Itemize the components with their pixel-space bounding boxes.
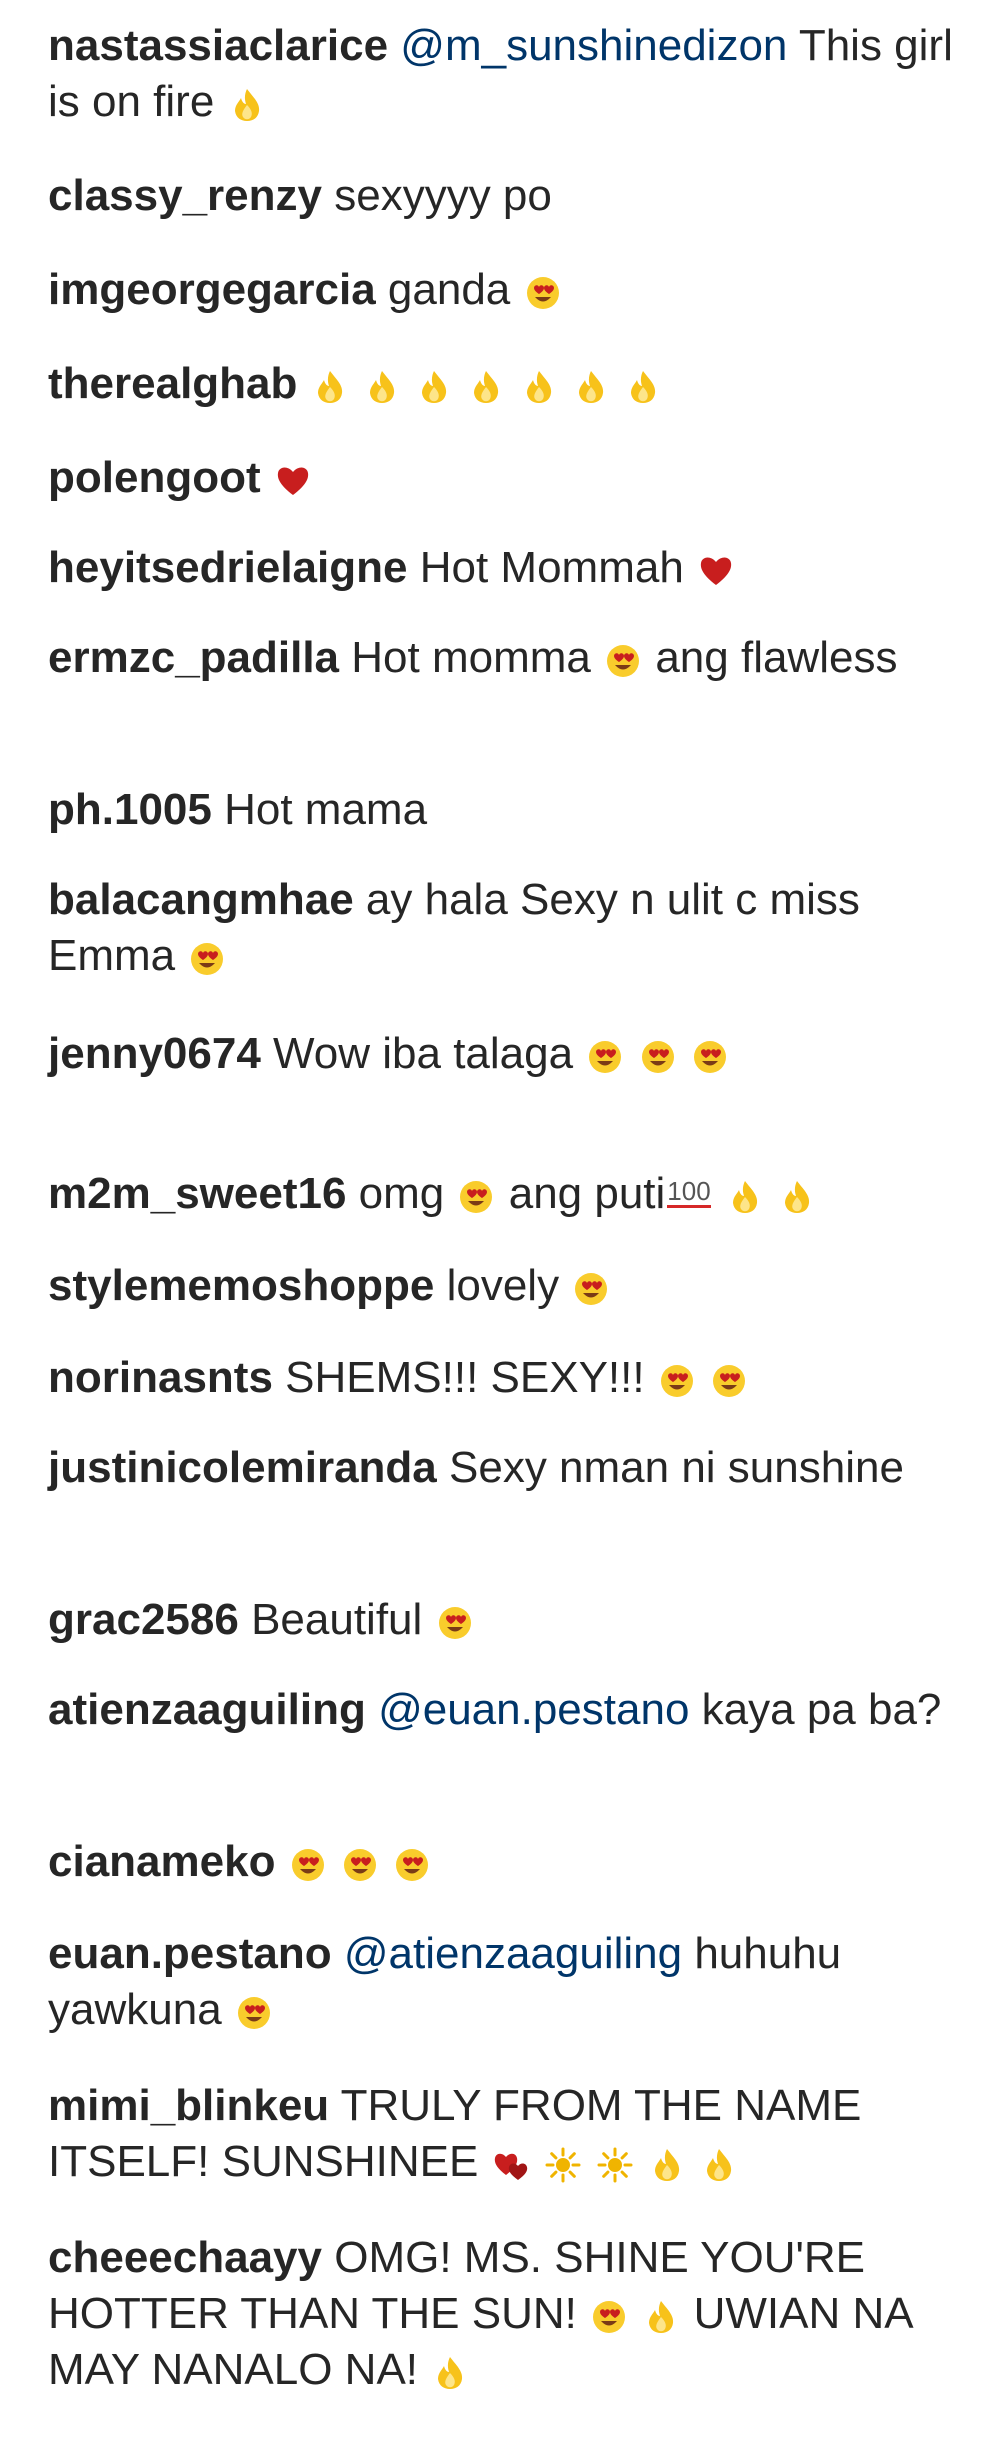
comment: nastassiaclarice @m_sunshinedizon This g… (48, 18, 978, 130)
heart-eyes-icon (573, 1271, 609, 1307)
sun-icon (597, 2147, 633, 2183)
comment-text: Beautiful (251, 1595, 423, 1644)
fire-icon (432, 2355, 468, 2391)
comment: jenny0674 Wow iba talaga (48, 1026, 978, 1082)
comment-username[interactable]: ermzc_padilla (48, 633, 339, 682)
comment: mimi_blinkeu TRULY FROM THE NAME ITSELF!… (48, 2078, 978, 2190)
heart-eyes-icon (591, 2299, 627, 2335)
comment-username[interactable]: euan.pestano (48, 1929, 332, 1978)
comment: stylememoshoppe lovely (48, 1258, 978, 1314)
comment: cheeechaayy OMG! MS. SHINE YOU'RE HOTTER… (48, 2230, 978, 2398)
comment: m2m_sweet16 omg ang puti100 (48, 1166, 978, 1222)
heart-eyes-icon (236, 1995, 272, 2031)
fire-icon (521, 369, 557, 405)
comment-text: lovely (446, 1261, 560, 1310)
red-heart-icon (698, 553, 734, 589)
comment-text: ang flawless (655, 633, 898, 682)
comment-username[interactable]: polengoot (48, 453, 261, 502)
heart-eyes-icon (692, 1039, 728, 1075)
fire-icon (229, 87, 265, 123)
fire-icon (779, 1179, 815, 1215)
fire-icon (701, 2147, 737, 2183)
comment-mention[interactable]: @m_sunshinedizon (400, 21, 787, 70)
comment-username[interactable]: justinicolemiranda (48, 1443, 437, 1492)
heart-eyes-icon (290, 1847, 326, 1883)
fire-icon (468, 369, 504, 405)
comment: justinicolemiranda Sexy nman ni sunshine (48, 1440, 978, 1496)
heart-eyes-icon (711, 1363, 747, 1399)
heart-eyes-icon (659, 1363, 695, 1399)
heart-eyes-icon (342, 1847, 378, 1883)
comment: polengoot (48, 450, 978, 506)
fire-icon (727, 1179, 763, 1215)
comment-username[interactable]: nastassiaclarice (48, 21, 388, 70)
comment-username[interactable]: m2m_sweet16 (48, 1169, 346, 1218)
hundred-points-icon: 100 (667, 1176, 711, 1208)
comment-username[interactable]: cianameko (48, 1837, 275, 1886)
comment: atienzaaguiling @euan.pestano kaya pa ba… (48, 1682, 978, 1738)
comment-username[interactable]: grac2586 (48, 1595, 239, 1644)
comment-text: Hot momma (351, 633, 591, 682)
two-hearts-icon (493, 2147, 529, 2183)
comment-username[interactable]: therealghab (48, 359, 297, 408)
comment: euan.pestano @atienzaaguiling huhuhu yaw… (48, 1926, 978, 2038)
fire-icon (573, 369, 609, 405)
comment-text: Hot Mommah (419, 543, 684, 592)
comment-text: Sexy nman ni sunshine (449, 1443, 904, 1492)
red-heart-icon (275, 463, 311, 499)
heart-eyes-icon (189, 941, 225, 977)
comment-list: nastassiaclarice @m_sunshinedizon This g… (0, 0, 1000, 2460)
comment-text: ang puti (508, 1169, 666, 1218)
comment: imgeorgegarcia ganda (48, 262, 978, 318)
heart-eyes-icon (458, 1179, 494, 1215)
heart-eyes-icon (640, 1039, 676, 1075)
comment: norinasnts SHEMS!!! SEXY!!! (48, 1350, 978, 1406)
comment-username[interactable]: imgeorgegarcia (48, 265, 376, 314)
comment-username[interactable]: cheeechaayy (48, 2233, 322, 2282)
heart-eyes-icon (525, 275, 561, 311)
comment-text: sexyyyy po (334, 171, 552, 220)
heart-eyes-icon (437, 1605, 473, 1641)
comment-username[interactable]: norinasnts (48, 1353, 273, 1402)
comment-text: kaya pa ba? (701, 1685, 942, 1734)
comment-username[interactable]: mimi_blinkeu (48, 2081, 329, 2130)
comment-username[interactable]: atienzaaguiling (48, 1685, 366, 1734)
comment-username[interactable]: stylememoshoppe (48, 1261, 434, 1310)
comment: balacangmhae ay hala Sexy n ulit c miss … (48, 872, 978, 984)
comment: cianameko (48, 1834, 978, 1890)
comment: grac2586 Beautiful (48, 1592, 978, 1648)
comment-text: SHEMS!!! SEXY!!! (285, 1353, 645, 1402)
comment-text: ganda (387, 265, 511, 314)
fire-icon (364, 369, 400, 405)
comment-mention[interactable]: @euan.pestano (378, 1685, 689, 1734)
comment-text: omg (358, 1169, 445, 1218)
heart-eyes-icon (605, 643, 641, 679)
comment: heyitsedrielaigne Hot Mommah (48, 540, 978, 596)
comment-username[interactable]: jenny0674 (48, 1029, 261, 1078)
heart-eyes-icon (394, 1847, 430, 1883)
fire-icon (649, 2147, 685, 2183)
comment-username[interactable]: balacangmhae (48, 875, 354, 924)
comment-username[interactable]: classy_renzy (48, 171, 322, 220)
fire-icon (625, 369, 661, 405)
fire-icon (416, 369, 452, 405)
comment: classy_renzy sexyyyy po (48, 168, 978, 224)
comment: therealghab (48, 356, 978, 412)
fire-icon (312, 369, 348, 405)
sun-icon (545, 2147, 581, 2183)
heart-eyes-icon (587, 1039, 623, 1075)
comment-mention[interactable]: @atienzaaguiling (344, 1929, 682, 1978)
comment-username[interactable]: ph.1005 (48, 785, 212, 834)
comment-text: Wow iba talaga (273, 1029, 574, 1078)
comment-text: Hot mama (224, 785, 428, 834)
comment: ermzc_padilla Hot momma ang flawless (48, 630, 978, 686)
comment: ph.1005 Hot mama (48, 782, 978, 838)
fire-icon (643, 2299, 679, 2335)
comment-username[interactable]: heyitsedrielaigne (48, 543, 407, 592)
